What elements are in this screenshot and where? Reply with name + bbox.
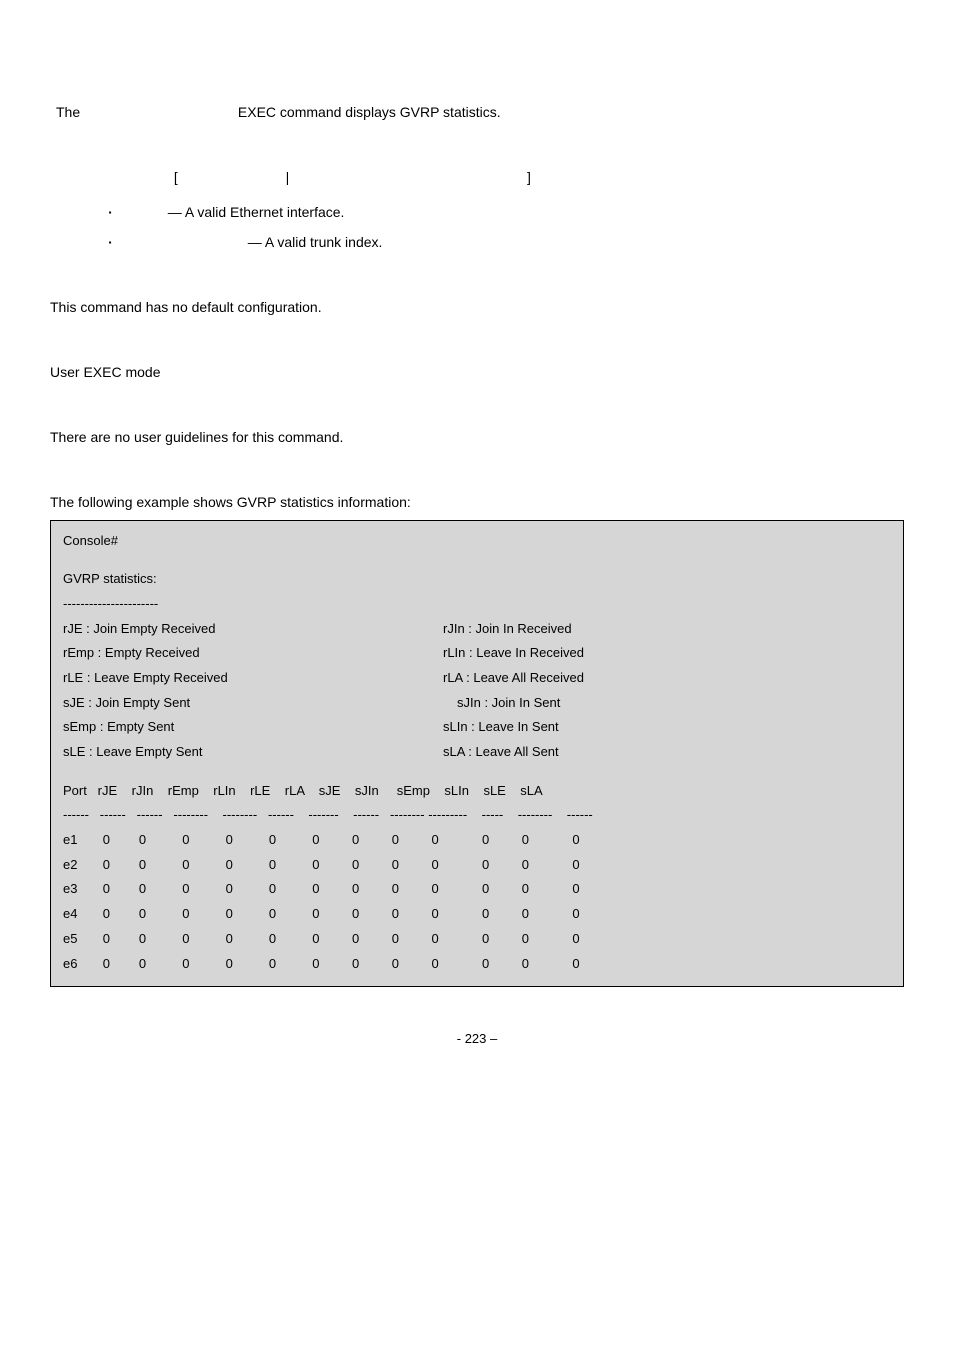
bullet-icon: ▪ [100, 206, 120, 220]
table-row: e2 0 0 0 0 0 0 0 0 0 0 0 0 [63, 853, 891, 878]
syntax-sep: | [286, 169, 290, 185]
page-footer: - 223 – [50, 1027, 904, 1050]
legend-left: rLE : Leave Empty Received [63, 666, 443, 691]
bullet-1: ▪ — A valid Ethernet interface. [100, 200, 904, 225]
syntax-lbracket: [ [174, 169, 178, 185]
table-row: e4 0 0 0 0 0 0 0 0 0 0 0 0 [63, 902, 891, 927]
console-title: GVRP statistics: [63, 567, 891, 592]
bullet-1-text: — A valid Ethernet interface. [168, 204, 345, 220]
table-header: Port rJE rJIn rEmp rLIn rLE rLA sJE sJIn… [63, 779, 891, 804]
legend-left: rEmp : Empty Received [63, 641, 443, 666]
legend-row: sJE : Join Empty Sent sJIn : Join In Sen… [63, 691, 891, 716]
legend-row: rLE : Leave Empty Received rLA : Leave A… [63, 666, 891, 691]
console-prompt: Console# [63, 529, 891, 554]
legend-right: sJIn : Join In Sent [443, 691, 560, 716]
legend-right: sLIn : Leave In Sent [443, 715, 559, 740]
legend-left: rJE : Join Empty Received [63, 617, 443, 642]
bullet-2: ▪ — A valid trunk index. [100, 230, 904, 255]
syntax-block: [ | ] ▪ — A valid Ethernet interface. ▪ … [100, 165, 904, 255]
intro-pre: The [56, 104, 84, 120]
syntax-line: [ | ] [100, 165, 904, 190]
guidelines: There are no user guidelines for this co… [50, 425, 904, 450]
legend-row: rJE : Join Empty Received rJIn : Join In… [63, 617, 891, 642]
intro-post: EXEC command displays GVRP statistics. [238, 104, 501, 120]
legend-right: rJIn : Join In Received [443, 617, 572, 642]
console-title-sep: ---------------------- [63, 592, 891, 617]
table-row: e6 0 0 0 0 0 0 0 0 0 0 0 0 [63, 952, 891, 977]
bullet-2-text: — A valid trunk index. [248, 234, 383, 250]
legend-row: sLE : Leave Empty Sent sLA : Leave All S… [63, 740, 891, 765]
legend-row: rEmp : Empty Received rLIn : Leave In Re… [63, 641, 891, 666]
legend-right: rLA : Leave All Received [443, 666, 584, 691]
table-row: e1 0 0 0 0 0 0 0 0 0 0 0 0 [63, 828, 891, 853]
default-config: This command has no default configuratio… [50, 295, 904, 320]
legend-left: sLE : Leave Empty Sent [63, 740, 443, 765]
console-output: Console# GVRP statistics: --------------… [50, 520, 904, 988]
bullet-icon: ▪ [100, 236, 120, 250]
table-row: e3 0 0 0 0 0 0 0 0 0 0 0 0 [63, 877, 891, 902]
table-sep: ------ ------ ------ -------- -------- -… [63, 803, 891, 828]
legend-right: rLIn : Leave In Received [443, 641, 584, 666]
example-intro: The following example shows GVRP statist… [50, 490, 904, 515]
intro-paragraph: The EXEC command displays GVRP statistic… [56, 100, 904, 125]
legend-left: sEmp : Empty Sent [63, 715, 443, 740]
syntax-rbracket: ] [527, 169, 531, 185]
legend-right: sLA : Leave All Sent [443, 740, 559, 765]
table-row: e5 0 0 0 0 0 0 0 0 0 0 0 0 [63, 927, 891, 952]
legend-row: sEmp : Empty Sent sLIn : Leave In Sent [63, 715, 891, 740]
command-mode: User EXEC mode [50, 360, 904, 385]
legend-left: sJE : Join Empty Sent [63, 691, 443, 716]
